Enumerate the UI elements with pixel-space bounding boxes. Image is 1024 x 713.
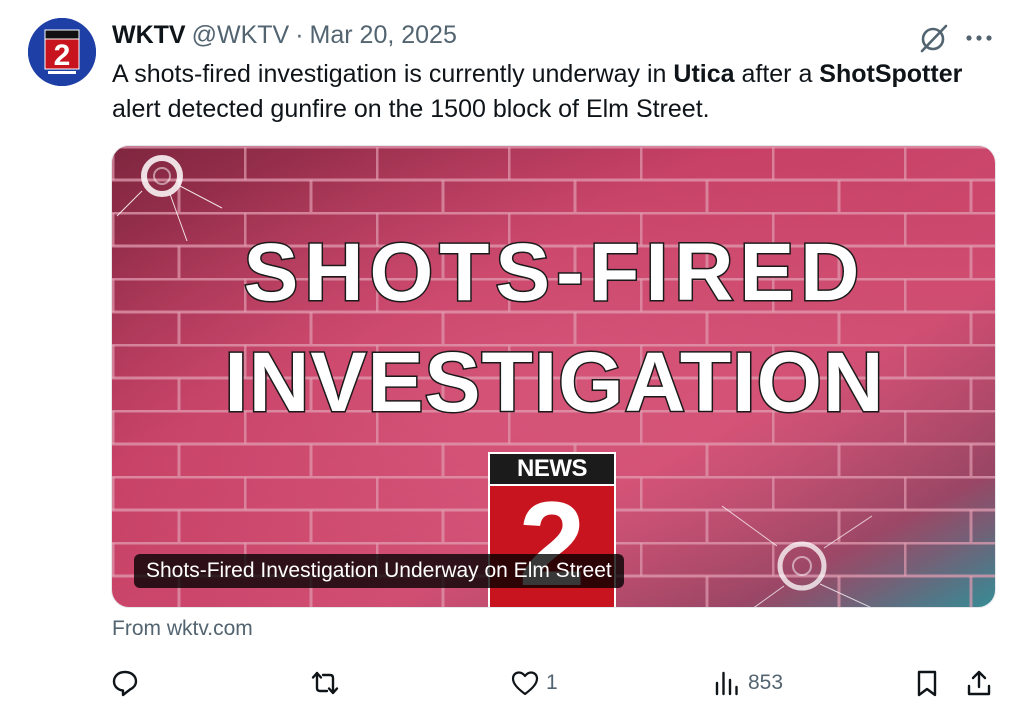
reply-icon [112,670,138,697]
repost-icon [311,671,339,695]
svg-text:2: 2 [54,39,71,72]
reply-button[interactable] [110,666,140,700]
bookmark-icon [917,670,937,697]
views-count: 853 [748,671,784,694]
display-name[interactable]: WKTV [112,21,186,50]
share-icon [967,670,991,696]
tweet: 2 WKTV @WKTV · Mar 20, 2025 A shots-fire… [0,0,1024,713]
card-caption: Shots-Fired Investigation Underway on El… [134,554,624,588]
more-options-icon[interactable] [962,22,996,54]
views-icon [715,671,738,696]
repost-button[interactable] [310,666,340,700]
bookmark-button[interactable] [912,666,942,700]
source-link[interactable]: From wktv.com [112,617,253,641]
tweet-date[interactable]: Mar 20, 2025 [310,21,457,50]
tweet-text-part: A shots-fired investigation is currently… [112,60,674,88]
tweet-text: A shots-fired investigation is currently… [112,57,992,127]
link-card[interactable]: SHOTS-FIRED INVESTIGATION NEWS Channel 2… [111,145,996,608]
card-headline-line1: SHOTS-FIRED [242,226,866,320]
like-icon [511,671,539,696]
tweet-header: WKTV @WKTV · Mar 20, 2025 [112,20,457,50]
tweet-text-part: after a [734,60,820,88]
share-button[interactable] [964,666,994,700]
card-headline-line2: INVESTIGATION [223,334,885,431]
views-button[interactable]: 853 [712,666,783,700]
wktv-logo-icon: 2 [28,18,96,86]
separator: · [295,20,304,49]
tweet-text-part: alert detected gunfire on the 1500 block… [112,95,710,123]
like-count: 1 [546,671,558,694]
user-handle[interactable]: @WKTV [192,21,290,50]
avatar[interactable]: 2 [28,18,96,86]
location-keyword: Utica [673,60,735,88]
grok-icon[interactable] [918,22,950,54]
logo-number: 2 [488,484,616,607]
shotspotter-keyword: ShotSpotter [819,60,963,88]
like-button[interactable]: 1 [510,666,558,700]
